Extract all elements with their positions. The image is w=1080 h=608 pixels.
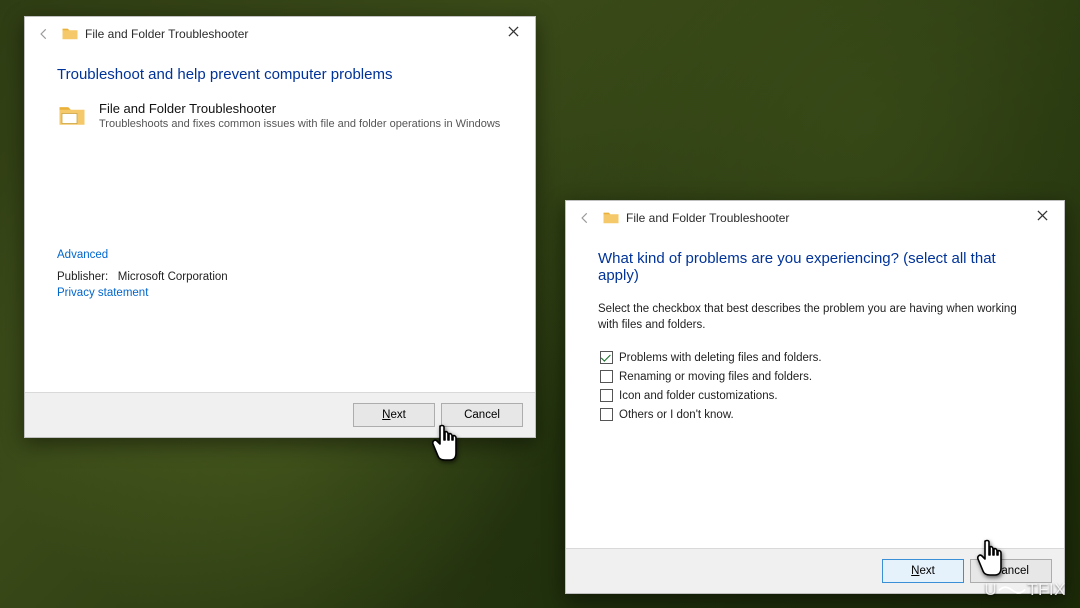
dialog-body: What kind of problems are you experienci… — [566, 236, 1064, 431]
option-rename[interactable]: Renaming or moving files and folders. — [600, 370, 1032, 383]
page-heading: Troubleshoot and help prevent computer p… — [57, 66, 503, 83]
close-button[interactable] — [493, 17, 533, 45]
accelerator: N — [911, 565, 919, 577]
page-heading: What kind of problems are you experienci… — [598, 250, 1032, 284]
accelerator: N — [382, 409, 390, 421]
troubleshooter-dialog-questions: File and Folder Troubleshooter What kind… — [565, 200, 1065, 594]
close-button[interactable] — [1022, 201, 1062, 229]
option-others[interactable]: Others or I don't know. — [600, 408, 1032, 421]
next-button[interactable]: Next — [882, 559, 964, 583]
back-button[interactable] — [33, 23, 55, 45]
watermark: U TFIX — [984, 580, 1066, 600]
item-title: File and Folder Troubleshooter — [99, 101, 500, 116]
publisher-line: Publisher: Microsoft Corporation — [57, 271, 503, 283]
checkbox-icon[interactable] — [600, 370, 613, 383]
cancel-button[interactable]: Cancel — [441, 403, 523, 427]
titlebar: File and Folder Troubleshooter — [25, 17, 535, 52]
option-label: Others or I don't know. — [619, 409, 734, 421]
titlebar: File and Folder Troubleshooter — [566, 201, 1064, 236]
option-icon-customizations[interactable]: Icon and folder customizations. — [600, 389, 1032, 402]
watermark-glyph-icon — [998, 583, 1026, 597]
back-button[interactable] — [574, 207, 596, 229]
checkbox-icon[interactable] — [600, 389, 613, 402]
folder-icon — [602, 209, 620, 227]
privacy-link[interactable]: Privacy statement — [57, 287, 503, 299]
publisher-label: Publisher: — [57, 271, 108, 283]
checkbox-list: Problems with deleting files and folders… — [600, 351, 1032, 421]
troubleshooter-dialog-intro: File and Folder Troubleshooter Troublesh… — [24, 16, 536, 438]
option-label: Icon and folder customizations. — [619, 390, 778, 402]
option-label: Problems with deleting files and folders… — [619, 352, 822, 364]
folder-icon — [61, 25, 79, 43]
next-button[interactable]: Next — [353, 403, 435, 427]
item-description: Troubleshoots and fixes common issues wi… — [99, 118, 500, 130]
watermark-text-prefix: U — [984, 580, 997, 600]
option-delete[interactable]: Problems with deleting files and folders… — [600, 351, 1032, 364]
advanced-link[interactable]: Advanced — [57, 249, 503, 261]
watermark-text-suffix: TFIX — [1027, 580, 1066, 600]
instruction-text: Select the checkbox that best describes … — [598, 302, 1032, 333]
window-title: File and Folder Troubleshooter — [85, 27, 248, 41]
option-label: Renaming or moving files and folders. — [619, 371, 812, 383]
window-title: File and Folder Troubleshooter — [626, 211, 789, 225]
folder-icon — [57, 101, 87, 131]
checkbox-icon[interactable] — [600, 408, 613, 421]
dialog-footer: Next Cancel — [25, 392, 535, 437]
publisher-value: Microsoft Corporation — [118, 271, 228, 283]
dialog-body: Troubleshoot and help prevent computer p… — [25, 52, 535, 309]
desktop-background: File and Folder Troubleshooter Troublesh… — [0, 0, 1080, 608]
troubleshooter-item[interactable]: File and Folder Troubleshooter Troublesh… — [57, 101, 503, 131]
checkbox-icon[interactable] — [600, 351, 613, 364]
